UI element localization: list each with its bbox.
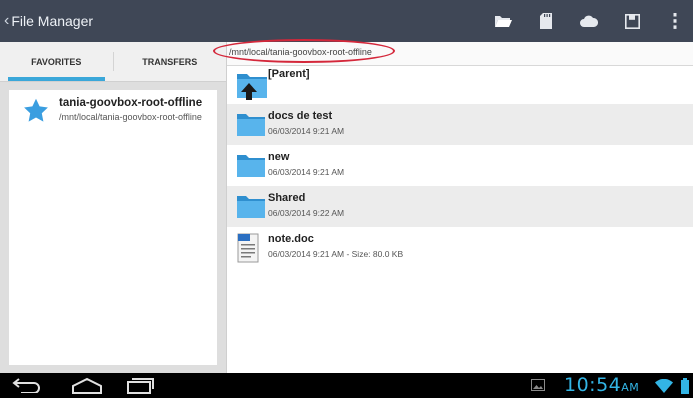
file-meta: 06/03/2014 9:22 AM [268, 208, 345, 218]
file-row[interactable]: note.doc 06/03/2014 9:21 AM - Size: 80.0… [227, 227, 693, 268]
parent-folder-row[interactable]: [Parent] [227, 66, 693, 104]
file-name: new [268, 151, 290, 163]
favorites-list: tania-goovbox-root-offline /mnt/local/ta… [9, 90, 217, 365]
file-row[interactable]: Shared 06/03/2014 9:22 AM [227, 186, 693, 227]
favorite-item[interactable]: tania-goovbox-root-offline /mnt/local/ta… [9, 90, 217, 130]
action-bar-icons [478, 0, 693, 42]
tab-bar: FAVORITES TRANSFERS [0, 42, 226, 82]
sd-card-icon[interactable] [528, 0, 564, 42]
file-list: [Parent] docs de test 06/03/2014 9:21 AM… [227, 66, 693, 268]
favorite-name: tania-goovbox-root-offline [59, 97, 203, 109]
file-name: docs de test [268, 110, 333, 122]
document-icon [237, 233, 259, 263]
star-icon [24, 98, 48, 122]
back-chevron-icon[interactable]: ‹ [4, 13, 9, 29]
clock-time: 10:54 [564, 374, 622, 396]
file-name: note.doc [268, 233, 314, 245]
folder-open-icon[interactable] [485, 0, 521, 42]
file-name: [Parent] [268, 68, 310, 80]
folder-icon [237, 196, 265, 218]
tab-transfers[interactable]: TRANSFERS [114, 42, 227, 81]
path-bar[interactable]: /mnt/local/tania-goovbox-root-offline [213, 39, 693, 66]
system-bar: 10:54AM [0, 373, 693, 398]
favorite-path: /mnt/local/tania-goovbox-root-offline [59, 112, 202, 122]
save-icon[interactable] [614, 0, 650, 42]
parent-folder-icon [237, 74, 267, 100]
clock-ampm: AM [621, 381, 640, 394]
folder-icon [237, 155, 265, 177]
home-icon[interactable] [71, 377, 103, 394]
favorites-pane: FAVORITES TRANSFERS tania-goovbox-root-o… [0, 42, 226, 373]
cloud-icon[interactable] [571, 0, 607, 42]
folder-icon [237, 114, 265, 136]
overflow-menu-icon[interactable] [657, 0, 693, 42]
path-highlight-annotation [213, 39, 395, 63]
action-bar: ‹ File Manager [0, 0, 693, 42]
clock[interactable]: 10:54AM [564, 374, 639, 396]
back-icon[interactable] [12, 377, 42, 393]
wifi-icon [655, 379, 673, 393]
file-row[interactable]: docs de test 06/03/2014 9:21 AM [227, 104, 693, 145]
app-title[interactable]: File Manager [11, 13, 93, 29]
file-name: Shared [268, 192, 306, 204]
tab-favorites[interactable]: FAVORITES [0, 42, 113, 81]
file-row[interactable]: new 06/03/2014 9:21 AM [227, 145, 693, 186]
file-browser-pane: /mnt/local/tania-goovbox-root-offline [P… [213, 39, 693, 373]
battery-icon [681, 378, 689, 394]
screenshot-notification-icon[interactable] [531, 379, 545, 391]
file-meta: 06/03/2014 9:21 AM [268, 126, 345, 136]
file-meta: 06/03/2014 9:21 AM [268, 167, 345, 177]
recent-apps-icon[interactable] [127, 377, 155, 394]
file-meta: 06/03/2014 9:21 AM - Size: 80.0 KB [268, 249, 404, 259]
